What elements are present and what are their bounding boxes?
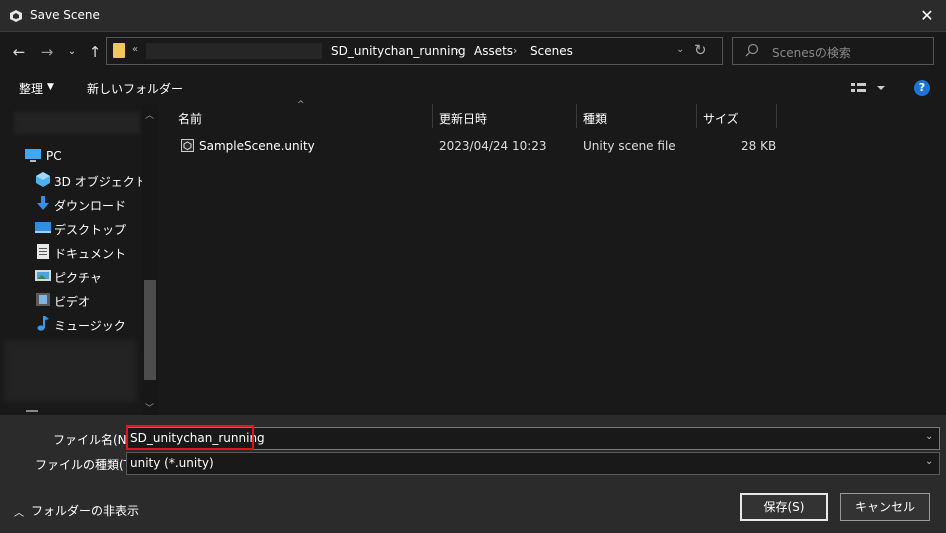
column-divider[interactable] bbox=[696, 104, 697, 128]
download-icon bbox=[37, 196, 49, 210]
music-icon bbox=[37, 316, 49, 331]
up-folder-button[interactable]: ↑ bbox=[85, 42, 105, 62]
table-row-type: Unity scene file bbox=[583, 139, 676, 153]
search-placeholder: Scenesの検索 bbox=[772, 46, 851, 60]
sidebar-item-label: デスクトップ bbox=[54, 223, 127, 237]
column-header-date[interactable]: 更新日時 bbox=[439, 110, 487, 127]
breadcrumb-project[interactable]: SD_unitychan_running bbox=[331, 44, 466, 58]
pc-icon bbox=[25, 149, 41, 162]
column-header-name[interactable]: 名前 bbox=[178, 110, 202, 127]
filetype-select[interactable] bbox=[126, 452, 940, 475]
breadcrumb-scenes[interactable]: Scenes bbox=[530, 44, 573, 58]
filename-highlight-box bbox=[126, 425, 254, 450]
unity-file-icon bbox=[181, 139, 194, 152]
table-row-name[interactable]: SampleScene.unity bbox=[199, 139, 315, 153]
back-button[interactable]: ← bbox=[9, 42, 29, 62]
filename-dropdown-icon[interactable]: ⌄ bbox=[925, 431, 933, 442]
address-dropdown-icon[interactable]: ⌄ bbox=[676, 44, 684, 55]
table-row-size: 28 KB bbox=[741, 139, 777, 153]
cancel-button[interactable]: キャンセル bbox=[840, 493, 930, 521]
help-icon[interactable]: ? bbox=[914, 80, 930, 96]
refresh-button[interactable]: ↻ bbox=[694, 41, 707, 59]
column-divider[interactable] bbox=[776, 104, 777, 128]
organize-button[interactable]: 整理 bbox=[19, 80, 43, 97]
hide-folders-button[interactable]: フォルダーの非表示 bbox=[31, 502, 139, 519]
sidebar-item-label: ドキュメント bbox=[54, 247, 127, 261]
new-folder-button[interactable]: 新しいフォルダー bbox=[87, 80, 183, 97]
scroll-up-icon[interactable]: ︿ bbox=[145, 108, 154, 121]
column-divider[interactable] bbox=[432, 104, 433, 128]
window-title: Save Scene bbox=[30, 8, 100, 22]
sidebar-item-label: ビデオ bbox=[54, 295, 91, 309]
search-icon bbox=[745, 43, 759, 57]
view-options-icon[interactable] bbox=[851, 80, 887, 96]
blurred-nav-item bbox=[14, 112, 140, 134]
picture-icon bbox=[35, 270, 51, 281]
sort-ascending-icon: ^ bbox=[297, 100, 305, 110]
folder-icon bbox=[113, 43, 125, 58]
organize-dropdown-icon[interactable]: ▼ bbox=[47, 82, 54, 92]
sidebar-item-label: ダウンロード bbox=[54, 199, 127, 213]
address-overflow-icon[interactable]: « bbox=[132, 44, 138, 55]
scroll-down-icon[interactable]: ﹀ bbox=[145, 401, 154, 414]
sidebar-item-label: ミュージック bbox=[54, 319, 126, 333]
blurred-nav-items bbox=[4, 340, 136, 402]
video-icon bbox=[36, 293, 50, 306]
document-icon bbox=[37, 244, 49, 259]
breadcrumb-separator-icon[interactable]: › bbox=[456, 44, 460, 57]
3d-objects-icon bbox=[36, 172, 50, 187]
filename-label: ファイル名(N): bbox=[53, 433, 136, 447]
recent-locations-button[interactable]: ⌄ bbox=[65, 42, 79, 62]
unity-app-icon bbox=[10, 10, 22, 22]
filetype-value[interactable]: unity (*.unity) bbox=[130, 456, 214, 470]
column-header-type[interactable]: 種類 bbox=[583, 110, 607, 127]
sidebar-item-label: 3D オブジェクト bbox=[54, 175, 147, 189]
table-row-date: 2023/04/24 10:23 bbox=[439, 139, 547, 153]
close-button[interactable]: ✕ bbox=[916, 6, 938, 26]
title-bar bbox=[0, 0, 946, 32]
filetype-dropdown-icon[interactable]: ⌄ bbox=[925, 456, 933, 467]
blurred-path-segment bbox=[146, 43, 322, 59]
breadcrumb-assets[interactable]: Assets bbox=[474, 44, 513, 58]
breadcrumb-separator-icon[interactable]: › bbox=[513, 44, 517, 57]
sidebar-item-label: ピクチャ bbox=[54, 271, 102, 285]
chevron-up-icon[interactable]: ︿ bbox=[14, 504, 24, 519]
forward-button[interactable]: → bbox=[37, 42, 57, 62]
column-divider[interactable] bbox=[576, 104, 577, 128]
column-header-size[interactable]: サイズ bbox=[703, 110, 739, 127]
filetype-label: ファイルの種類(T): bbox=[35, 458, 140, 472]
sidebar-item-label: PC bbox=[46, 149, 62, 163]
partial-nav-item bbox=[26, 410, 38, 412]
scrollbar-thumb[interactable] bbox=[144, 280, 156, 380]
save-button[interactable]: 保存(S) bbox=[740, 493, 828, 521]
desktop-icon bbox=[35, 222, 51, 233]
